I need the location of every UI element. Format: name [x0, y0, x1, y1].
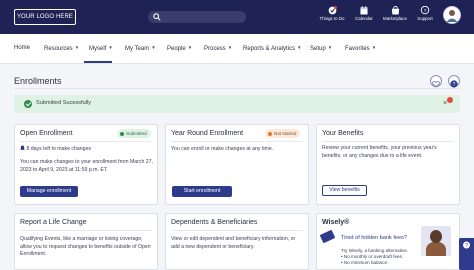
active-tab-indicator — [84, 61, 112, 63]
bell-icon — [20, 145, 25, 150]
banner-message: Submitted Sucessfully — [36, 100, 92, 106]
card-divider — [20, 141, 152, 142]
days-left-text: 8 days left to make changes — [26, 146, 92, 152]
card-title: Open Enrollment — [20, 130, 73, 137]
card-title: Your Benefits — [322, 130, 364, 137]
card-body: Review your current benefits, your previ… — [322, 145, 437, 159]
nav-my-team-label: My Team — [125, 46, 150, 52]
card-body: You can make changes to your enrollment … — [20, 159, 154, 173]
search-icon — [153, 13, 161, 21]
start-enrollment-button[interactable]: Start enrollment — [172, 186, 232, 197]
svg-text:?: ? — [453, 82, 456, 88]
card-body: You can enroll or make changes at any ti… — [171, 146, 274, 152]
wisely-bullet-text: No monthly or overdraft fees. — [343, 254, 404, 259]
days-left-notice: 8 days left to make changes — [20, 145, 154, 154]
notification-dot-icon — [447, 97, 453, 103]
person-body — [426, 242, 446, 256]
page-title: Enrollments — [14, 76, 62, 86]
card-title: Year Round Enrollment — [171, 130, 244, 137]
wisely-person-photo — [421, 226, 451, 256]
company-logo[interactable]: YOUR LOGO HERE — [14, 9, 76, 25]
nav-reports-label: Reports & Analytics — [243, 46, 296, 52]
card-divider — [322, 141, 454, 142]
nav-myself-label: Myself — [89, 46, 107, 52]
card-body: View or edit dependent and beneficiary i… — [171, 236, 296, 250]
year-round-enrollment-card: Year Round Enrollment Not started You ca… — [165, 124, 309, 205]
wisely-headline: Tired of hidden bank fees? — [341, 235, 408, 241]
your-benefits-card: Your Benefits Review your current benefi… — [316, 124, 460, 205]
card-title: Report a Life Change — [20, 219, 87, 226]
wisely-bullet-2: • No minimum balance. — [341, 260, 389, 265]
wisely-card[interactable]: Wisely® Tired of hidden bank fees? Try W… — [316, 213, 460, 270]
top-header: YOUR LOGO HERE Things to Do Calendar Mar… — [0, 0, 474, 34]
card-divider — [171, 141, 303, 142]
main-navigation: Home Resources ▼ Myself ▼ My Team ▼ People ▼… — [0, 34, 474, 64]
card-body: Qualifying Events, like a marriage or lo… — [20, 236, 151, 257]
checkmark-badge-icon — [328, 6, 337, 15]
nav-label: Calendar — [355, 16, 373, 21]
debit-card-icon — [319, 229, 336, 244]
card-title: Dependents & Beneficiaries — [171, 219, 258, 226]
nav-label: Marketplace — [383, 16, 407, 21]
nav-home-label: Home — [14, 45, 31, 51]
nav-people-label: People — [167, 46, 186, 52]
help-button[interactable]: ? — [448, 75, 460, 88]
nav-resources-label: Resources — [44, 46, 73, 52]
chevron-down-icon: ▼ — [371, 45, 377, 50]
chevron-down-icon: ▼ — [297, 45, 302, 50]
nav-resources[interactable]: Resources ▼ — [44, 45, 79, 52]
chevron-down-icon: ▼ — [108, 45, 113, 50]
chevron-down-icon: ▼ — [327, 45, 333, 50]
nav-process-label: Process — [204, 46, 226, 52]
marketplace-icon — [391, 6, 399, 15]
nav-things-to-do[interactable]: Things to Do — [318, 6, 346, 21]
svg-text:?: ? — [465, 243, 468, 249]
chevron-down-icon: ▼ — [74, 45, 80, 50]
chevron-down-icon: ▼ — [187, 45, 193, 50]
nav-calendar[interactable]: Calendar — [352, 6, 376, 21]
nav-favorites-label: Favorites — [345, 46, 370, 52]
chevron-down-icon: ▼ — [227, 45, 233, 50]
nav-myself[interactable]: Myself ▼ — [89, 45, 113, 52]
help-bubble-icon: ? — [420, 6, 430, 15]
help-widget-tab[interactable]: ? — [459, 238, 474, 270]
view-benefits-button[interactable]: View benefits — [322, 185, 367, 196]
nav-label: Things to Do — [319, 16, 345, 21]
success-check-icon — [24, 100, 32, 108]
life-change-card[interactable]: Report a Life Change Qualifying Events, … — [14, 213, 158, 270]
nav-setup[interactable]: Setup ▼ — [310, 45, 332, 52]
nav-label: Support — [417, 16, 433, 21]
nav-reports-analytics[interactable]: Reports & Analytics ▼ — [243, 45, 302, 52]
nav-home[interactable]: Home — [14, 45, 30, 51]
favorite-button[interactable] — [430, 75, 442, 88]
chevron-down-icon: ▼ — [151, 45, 156, 50]
nav-setup-label: Setup — [310, 46, 326, 52]
user-avatar-icon — [446, 10, 458, 22]
section-divider — [14, 88, 460, 89]
nav-people[interactable]: People ▼ — [167, 45, 192, 52]
nav-process[interactable]: Process ▼ — [204, 45, 232, 52]
nav-support[interactable]: ? Support — [414, 6, 436, 21]
person-head — [430, 230, 442, 243]
nav-marketplace[interactable]: Marketplace — [380, 6, 410, 21]
manage-enrollment-button[interactable]: Manage enrollment — [20, 186, 78, 197]
wisely-logo: Wisely® — [322, 219, 350, 226]
nav-favorites[interactable]: Favorites ▼ — [345, 45, 376, 52]
help-circle-icon: ? — [463, 241, 470, 249]
wisely-bullet-text: No minimum balance. — [343, 260, 389, 265]
dependents-card[interactable]: Dependents & Beneficiaries View or edit … — [165, 213, 309, 270]
status-badge: Not started — [265, 129, 301, 138]
card-divider — [20, 230, 152, 231]
calendar-icon — [360, 6, 368, 15]
nav-my-team[interactable]: My Team ▼ — [125, 45, 156, 52]
svg-text:?: ? — [424, 8, 427, 14]
status-badge: Submitted — [117, 129, 151, 138]
success-banner: Submitted Sucessfully × — [14, 95, 460, 113]
search-input[interactable] — [148, 11, 246, 23]
user-avatar[interactable] — [443, 6, 461, 24]
card-divider — [171, 230, 303, 231]
open-enrollment-card: Open Enrollment Submitted 8 days left to… — [14, 124, 158, 205]
